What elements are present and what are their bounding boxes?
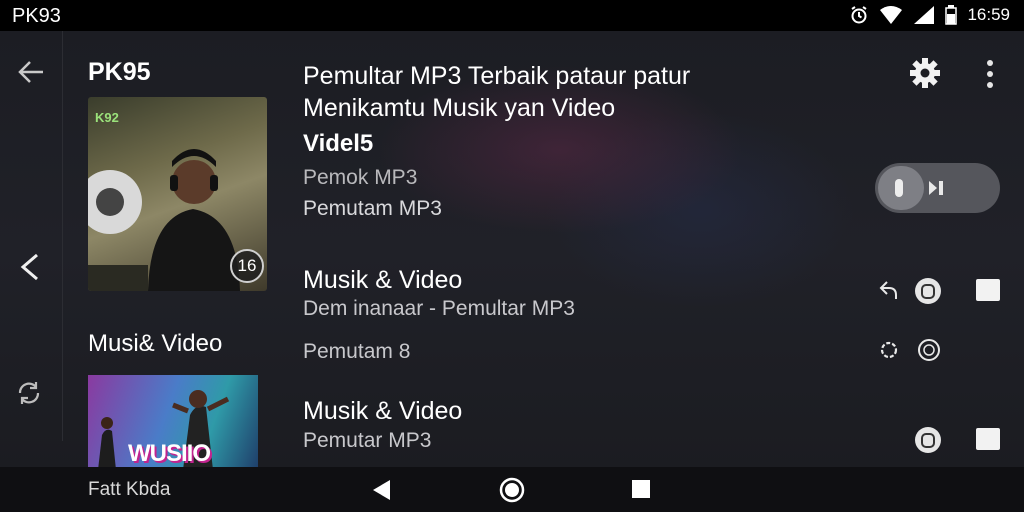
row-2-subtitle[interactable]: Pemutam 8 bbox=[303, 340, 410, 364]
stop-button[interactable] bbox=[976, 279, 1000, 301]
headline: Pemultar MP3 Terbaik pataur patur Menika… bbox=[303, 60, 763, 124]
nav-home-icon[interactable] bbox=[499, 477, 525, 508]
nav-bar: Fatt Kbda bbox=[0, 467, 1024, 512]
status-title: PK93 bbox=[12, 5, 61, 27]
status-bar: PK93 16:59 bbox=[0, 0, 1024, 31]
settings-small-icon[interactable] bbox=[877, 338, 901, 367]
lock-icon bbox=[921, 283, 935, 299]
stop-button-2[interactable] bbox=[976, 428, 1000, 450]
section-art-text: WUSIIO bbox=[128, 440, 211, 467]
meta-line-2: Pemutam MP3 bbox=[303, 197, 442, 220]
playback-toggle[interactable] bbox=[875, 163, 1000, 213]
battery-icon bbox=[945, 5, 958, 25]
gear-icon[interactable] bbox=[909, 57, 941, 94]
rail-divider bbox=[62, 31, 63, 441]
status-time: 16:59 bbox=[967, 5, 1010, 24]
lock-icon-2 bbox=[921, 432, 935, 448]
section-title: Musi& Video bbox=[88, 330, 223, 357]
row-3-subtitle: Pemutar MP3 bbox=[303, 429, 432, 452]
headline-line-1: Pemultar MP3 Terbaik pataur patur bbox=[303, 62, 691, 90]
meta-line-1: Pemok MP3 bbox=[303, 166, 418, 189]
timer-icon[interactable] bbox=[917, 338, 941, 367]
headline-line-2: Menikamtu Musik yan Video bbox=[303, 94, 616, 122]
lock-button-2[interactable] bbox=[915, 427, 941, 453]
sync-icon[interactable] bbox=[15, 379, 43, 412]
row-1-title[interactable]: Musik & Video bbox=[303, 266, 462, 295]
alarm-icon bbox=[849, 5, 869, 25]
share-icon[interactable] bbox=[877, 279, 901, 308]
nav-label: Fatt Kbda bbox=[88, 479, 171, 500]
album-art[interactable]: K92 16 bbox=[88, 97, 267, 291]
toggle-play-icon bbox=[927, 177, 947, 204]
wifi-icon bbox=[879, 5, 903, 25]
album-title: PK95 bbox=[88, 58, 151, 86]
chevron-left-icon[interactable] bbox=[16, 252, 42, 287]
nav-back-icon[interactable] bbox=[370, 478, 392, 507]
album-art-badge[interactable]: 16 bbox=[230, 249, 264, 283]
row-1-subtitle: Dem inanaar - Pemultar MP3 bbox=[303, 297, 575, 320]
back-arrow-icon[interactable] bbox=[16, 58, 46, 91]
lock-button[interactable] bbox=[915, 278, 941, 304]
nav-recents-icon[interactable] bbox=[631, 479, 651, 504]
toggle-knob bbox=[878, 166, 924, 210]
signal-icon bbox=[913, 5, 935, 25]
status-icons: 16:59 bbox=[849, 5, 1010, 25]
row-3-title[interactable]: Musik & Video bbox=[303, 397, 462, 426]
more-vert-icon[interactable] bbox=[983, 58, 997, 95]
section-art[interactable]: WUSIIO bbox=[88, 375, 258, 470]
subhead: Videl5 bbox=[303, 130, 374, 157]
